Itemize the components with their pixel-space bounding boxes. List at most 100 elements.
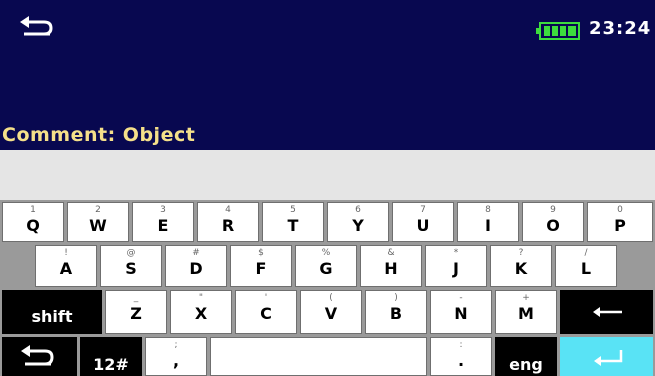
key-label: L — [580, 259, 592, 278]
key-d[interactable]: # D — [165, 245, 227, 287]
key-label: N — [454, 304, 468, 323]
period-key[interactable]: :. — [430, 337, 492, 376]
key-b[interactable]: ) B — [365, 290, 427, 334]
back-icon[interactable] — [18, 14, 58, 44]
key-label: G — [319, 259, 333, 278]
language-key[interactable]: eng — [495, 337, 557, 376]
backspace-arrow-icon — [593, 307, 622, 317]
key-label: V — [324, 304, 338, 323]
key-label: W — [89, 216, 107, 235]
key-sup: _ — [133, 293, 139, 303]
numeric-label: 12# — [93, 355, 129, 374]
key-sup: " — [198, 293, 204, 303]
key-sup: ' — [264, 293, 268, 303]
key-sup: 9 — [550, 205, 556, 215]
key-label: O — [546, 216, 560, 235]
keyboard: 1Q 2W 3E 4R 5T 6Y 7U 8I 9O 0P ! A @ S # D $… — [0, 200, 655, 376]
key-label: J — [453, 259, 459, 278]
key-f[interactable]: $ F — [230, 245, 292, 287]
key-label: Y — [352, 216, 364, 235]
key-label: Z — [130, 304, 142, 323]
key-w[interactable]: 2W — [67, 202, 129, 242]
clock: 23:24 — [589, 18, 652, 39]
key-label: D — [189, 259, 203, 278]
key-sup: % — [321, 248, 331, 258]
close-keyboard-key[interactable] — [2, 337, 77, 376]
enter-icon — [594, 350, 623, 366]
key-g[interactable]: % G — [295, 245, 357, 287]
key-sup: 2 — [95, 205, 101, 215]
key-p[interactable]: 0P — [587, 202, 653, 242]
key-label: , — [172, 351, 180, 370]
comment-input[interactable] — [0, 150, 655, 200]
key-h[interactable]: & H — [360, 245, 422, 287]
comma-key[interactable]: ;, — [145, 337, 207, 376]
key-i[interactable]: 8I — [457, 202, 519, 242]
key-label: A — [59, 259, 73, 278]
key-label: P — [614, 216, 626, 235]
key-e[interactable]: 3E — [132, 202, 194, 242]
key-sup: ; — [174, 340, 178, 350]
key-label: C — [260, 304, 272, 323]
key-label: M — [518, 304, 534, 323]
back-icon — [21, 345, 54, 366]
key-label: T — [287, 216, 299, 235]
header: 23:24 Comment: Object — [0, 0, 655, 150]
key-label: U — [416, 216, 430, 235]
shift-key[interactable]: shift — [2, 290, 102, 334]
key-n[interactable]: -N — [430, 290, 492, 334]
key-label: F — [255, 259, 267, 278]
key-sup: ( — [329, 293, 333, 303]
enter-key[interactable] — [560, 337, 653, 376]
key-s[interactable]: @ S — [100, 245, 162, 287]
comment-label: Comment: Object — [2, 124, 196, 146]
key-label: E — [157, 216, 169, 235]
key-sup: : — [459, 340, 463, 350]
key-l[interactable]: / L — [555, 245, 617, 287]
key-sup: + — [522, 293, 530, 303]
key-label: S — [125, 259, 137, 278]
key-y[interactable]: 6Y — [327, 202, 389, 242]
key-sup: & — [387, 248, 395, 258]
key-sup: 5 — [290, 205, 296, 215]
key-sup: 3 — [160, 205, 166, 215]
key-sup: @ — [126, 248, 136, 258]
key-sup: $ — [258, 248, 264, 258]
key-sup: ? — [518, 248, 524, 258]
key-r[interactable]: 4R — [197, 202, 259, 242]
key-label: . — [457, 351, 465, 370]
key-k[interactable]: ? K — [490, 245, 552, 287]
numeric-key[interactable]: 12# — [80, 337, 142, 376]
key-sup: - — [459, 293, 463, 303]
key-x[interactable]: " X — [170, 290, 232, 334]
key-sup: 6 — [355, 205, 361, 215]
key-j[interactable]: * J — [425, 245, 487, 287]
key-label: H — [384, 259, 398, 278]
key-label: I — [485, 216, 491, 235]
key-q[interactable]: 1Q — [2, 202, 64, 242]
key-label: R — [221, 216, 235, 235]
key-v[interactable]: (V — [300, 290, 362, 334]
key-label: Q — [26, 216, 40, 235]
key-sup: 4 — [225, 205, 231, 215]
key-a[interactable]: ! A — [35, 245, 97, 287]
key-sup: ! — [64, 248, 68, 258]
key-z[interactable]: _ Z — [105, 290, 167, 334]
key-t[interactable]: 5T — [262, 202, 324, 242]
key-m[interactable]: + M — [495, 290, 557, 334]
key-sup: 0 — [617, 205, 623, 215]
space-key[interactable] — [210, 337, 427, 376]
battery-icon — [536, 22, 580, 40]
backspace-key[interactable] — [560, 290, 653, 334]
key-sup: # — [192, 248, 200, 258]
shift-label: shift — [31, 307, 73, 326]
key-sup: * — [453, 248, 459, 258]
key-o[interactable]: 9O — [522, 202, 584, 242]
key-u[interactable]: 7U — [392, 202, 454, 242]
key-label: X — [194, 304, 208, 323]
key-c[interactable]: ' C — [235, 290, 297, 334]
language-label: eng — [509, 355, 543, 374]
key-sup: 7 — [420, 205, 426, 215]
key-sup: 1 — [30, 205, 36, 215]
key-label: B — [389, 304, 403, 323]
